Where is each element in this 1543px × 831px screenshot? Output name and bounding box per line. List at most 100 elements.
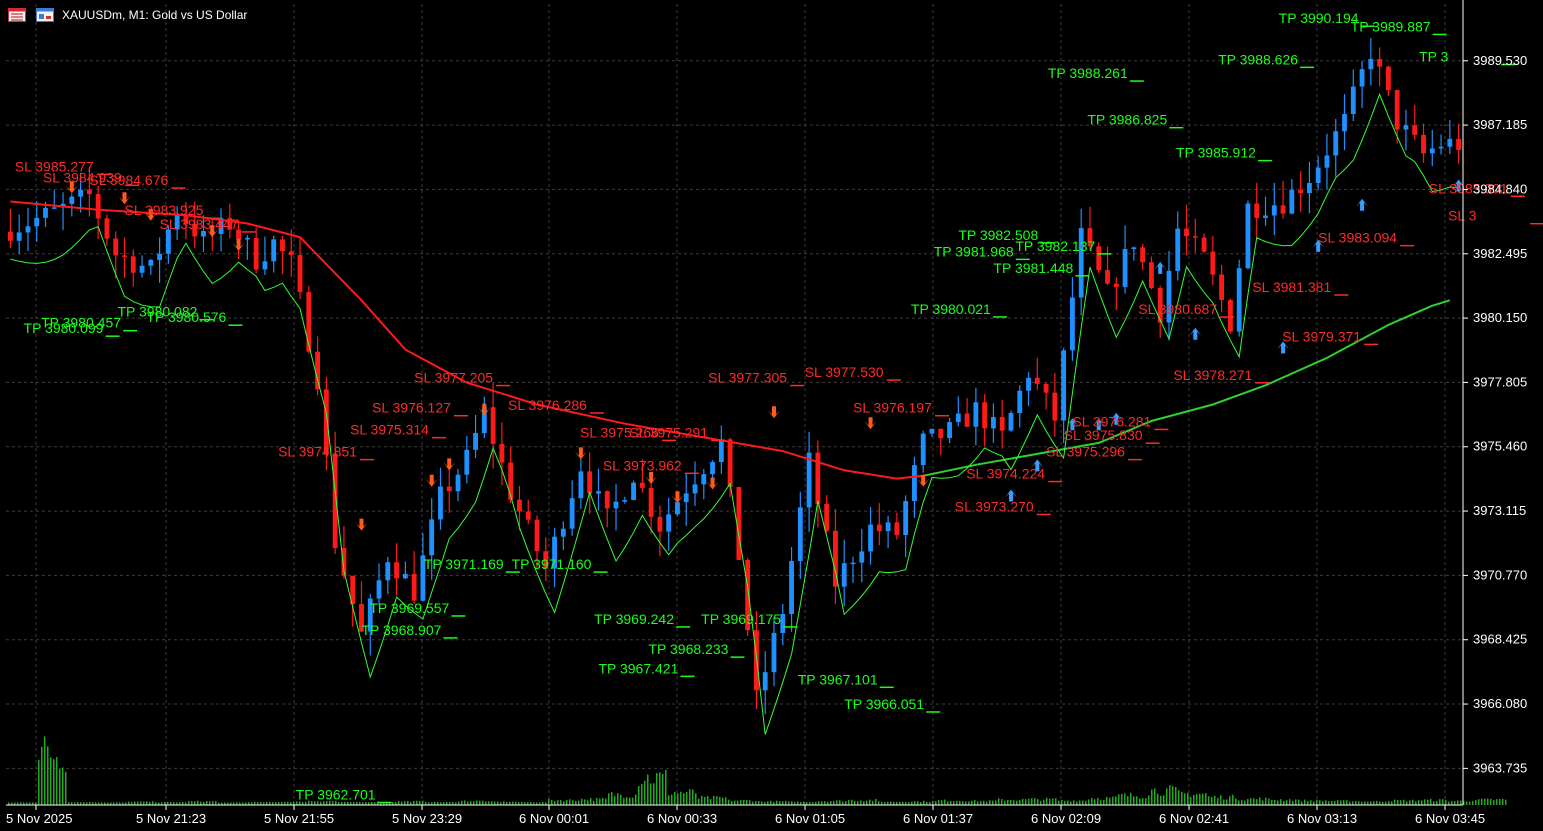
time-tick-label: 6 Nov 00:01: [519, 811, 589, 826]
volume-bar: [491, 801, 493, 805]
volume-bar: [878, 801, 880, 805]
candle-body: [16, 232, 22, 241]
tp-label: TP 3962.701: [296, 787, 376, 803]
volume-bar: [1421, 800, 1423, 805]
volume-bar: [1280, 799, 1282, 805]
chart-header: XAUUSDm, M1: Gold vs US Dollar: [6, 4, 247, 26]
volume-bar: [944, 799, 946, 805]
candle-body: [1219, 274, 1225, 301]
volume-bar: [1064, 800, 1066, 805]
volume-bar: [1256, 799, 1258, 805]
volume-bar: [1097, 797, 1099, 805]
volume-bar: [1226, 799, 1228, 805]
volume-bar: [1484, 798, 1486, 805]
price-chart[interactable]: TP 3990.194 TP 3989.887 TP 3 TP 3988.626 TP …: [0, 0, 1543, 831]
sl-label: SL 3975.314: [350, 422, 429, 438]
candle-body: [675, 502, 680, 515]
tp-label: TP 3971.169: [424, 556, 504, 572]
volume-bar: [851, 799, 853, 805]
volume-bar: [980, 800, 982, 805]
volume-bar: [863, 801, 865, 805]
volume-bar: [488, 801, 490, 805]
volume-bar: [1250, 798, 1252, 805]
volume-bar: [704, 796, 706, 805]
volume-bar: [950, 801, 952, 805]
sl-label: SL 3981.381: [1252, 279, 1331, 295]
candle-body: [1429, 148, 1435, 154]
candle-body: [1271, 205, 1277, 216]
volume-bar: [1136, 796, 1138, 805]
volume-bar: [1118, 794, 1120, 805]
volume-bar: [767, 801, 769, 805]
candle-body: [473, 433, 478, 450]
sl-label: SL 3978.271: [1173, 367, 1252, 383]
volume-bar: [968, 801, 970, 805]
volume-bar: [1037, 799, 1039, 805]
volume-bar: [635, 794, 637, 805]
candle-body: [999, 417, 1005, 431]
chart-list-icon[interactable]: [6, 6, 28, 24]
volume-bar: [59, 768, 61, 805]
volume-bar: [1493, 800, 1495, 805]
volume-bar: [785, 800, 787, 805]
volume-bar: [632, 797, 634, 805]
volume-bar: [1472, 801, 1474, 805]
volume-bar: [584, 799, 586, 805]
tp-label: TP 3988.261: [1048, 65, 1128, 81]
volume-bar: [212, 801, 214, 805]
volume-bar: [1337, 800, 1339, 805]
volume-bar: [974, 800, 976, 805]
volume-bar: [959, 800, 961, 805]
volume-bar: [1454, 800, 1456, 805]
candle-body: [1131, 247, 1137, 250]
sl-label: SL 3983.447: [160, 216, 239, 232]
candle-body: [1315, 167, 1321, 184]
chart-canvas[interactable]: TP 3990.194TP 3989.887 TP 3 TP 3988.626 TP …: [0, 0, 1543, 831]
candle-body: [253, 237, 259, 270]
volume-bar: [1319, 800, 1321, 805]
volume-bar: [1022, 798, 1024, 805]
candle-body: [578, 471, 584, 499]
candle-body: [1245, 203, 1251, 269]
volume-bar: [1124, 793, 1126, 805]
candle-body: [859, 551, 865, 563]
volume-bar: [1238, 800, 1240, 805]
volume-bar: [62, 767, 64, 805]
volume-bar: [587, 800, 589, 805]
tp-label: TP 3967.421: [598, 660, 678, 676]
candle-body: [517, 499, 522, 512]
volume-bar: [1313, 801, 1315, 805]
volume-bar: [1295, 799, 1297, 805]
volume-bar: [401, 801, 403, 805]
candle-body: [1394, 90, 1400, 130]
candle-body: [560, 528, 566, 537]
sl-label: SL 3976.127: [372, 400, 451, 416]
volume-bar: [830, 801, 832, 805]
candle-body: [657, 516, 663, 532]
volume-bar: [1172, 786, 1174, 805]
volume-bar: [50, 757, 52, 805]
volume-bar: [869, 799, 871, 805]
volume-bar: [1178, 790, 1180, 805]
volume-bar: [1091, 797, 1093, 805]
volume-bar: [1193, 794, 1195, 805]
volume-bar: [65, 771, 67, 805]
candle-body: [1061, 350, 1067, 421]
candle-body: [1096, 246, 1102, 271]
volume-bar: [1196, 793, 1198, 805]
volume-bar: [1430, 798, 1432, 805]
candle-body: [1350, 86, 1356, 115]
volume-bar: [137, 801, 139, 805]
volume-bar: [1073, 800, 1075, 805]
candle-body: [122, 255, 127, 257]
volume-bar: [1283, 800, 1285, 805]
sl-label: SL 3977.530: [805, 364, 884, 380]
volume-bar: [650, 783, 652, 805]
volume-bar: [701, 795, 703, 805]
volume-bar: [1481, 798, 1483, 805]
chart-window-icon[interactable]: [34, 6, 56, 24]
volume-bar: [1019, 799, 1021, 805]
volume-bar: [1364, 801, 1366, 805]
volume-bar: [728, 799, 730, 805]
candle-body: [130, 256, 136, 273]
